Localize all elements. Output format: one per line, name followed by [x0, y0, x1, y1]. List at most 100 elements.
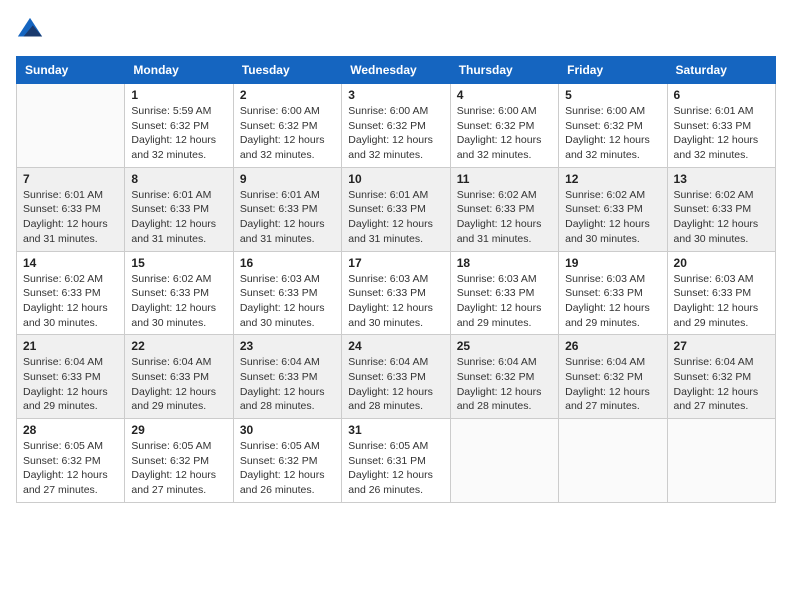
day-header-monday: Monday [125, 57, 233, 84]
day-number: 14 [23, 256, 118, 270]
day-info: Sunrise: 6:01 AMSunset: 6:33 PMDaylight:… [131, 188, 226, 247]
day-number: 1 [131, 88, 226, 102]
day-info: Sunrise: 6:01 AMSunset: 6:33 PMDaylight:… [23, 188, 118, 247]
day-number: 27 [674, 339, 769, 353]
day-info: Sunrise: 6:01 AMSunset: 6:33 PMDaylight:… [348, 188, 443, 247]
day-number: 2 [240, 88, 335, 102]
calendar-week-row: 21 Sunrise: 6:04 AMSunset: 6:33 PMDaylig… [17, 335, 776, 419]
day-info: Sunrise: 6:00 AMSunset: 6:32 PMDaylight:… [457, 104, 552, 163]
calendar-cell [450, 419, 558, 503]
day-info: Sunrise: 6:04 AMSunset: 6:33 PMDaylight:… [23, 355, 118, 414]
day-number: 21 [23, 339, 118, 353]
day-number: 3 [348, 88, 443, 102]
calendar-cell [667, 419, 775, 503]
day-info: Sunrise: 6:02 AMSunset: 6:33 PMDaylight:… [457, 188, 552, 247]
calendar-cell: 19 Sunrise: 6:03 AMSunset: 6:33 PMDaylig… [559, 251, 667, 335]
calendar-cell: 1 Sunrise: 5:59 AMSunset: 6:32 PMDayligh… [125, 84, 233, 168]
day-number: 22 [131, 339, 226, 353]
day-number: 20 [674, 256, 769, 270]
day-number: 24 [348, 339, 443, 353]
calendar-cell: 24 Sunrise: 6:04 AMSunset: 6:33 PMDaylig… [342, 335, 450, 419]
day-number: 4 [457, 88, 552, 102]
calendar-cell: 7 Sunrise: 6:01 AMSunset: 6:33 PMDayligh… [17, 167, 125, 251]
calendar-cell: 23 Sunrise: 6:04 AMSunset: 6:33 PMDaylig… [233, 335, 341, 419]
day-number: 17 [348, 256, 443, 270]
day-info: Sunrise: 6:02 AMSunset: 6:33 PMDaylight:… [674, 188, 769, 247]
day-number: 8 [131, 172, 226, 186]
day-number: 6 [674, 88, 769, 102]
logo-icon [16, 16, 44, 44]
day-info: Sunrise: 6:00 AMSunset: 6:32 PMDaylight:… [565, 104, 660, 163]
calendar-cell: 26 Sunrise: 6:04 AMSunset: 6:32 PMDaylig… [559, 335, 667, 419]
day-number: 5 [565, 88, 660, 102]
calendar-table: SundayMondayTuesdayWednesdayThursdayFrid… [16, 56, 776, 503]
day-info: Sunrise: 6:04 AMSunset: 6:33 PMDaylight:… [240, 355, 335, 414]
calendar-cell [559, 419, 667, 503]
calendar-cell: 2 Sunrise: 6:00 AMSunset: 6:32 PMDayligh… [233, 84, 341, 168]
day-number: 23 [240, 339, 335, 353]
calendar-cell: 5 Sunrise: 6:00 AMSunset: 6:32 PMDayligh… [559, 84, 667, 168]
calendar-week-row: 14 Sunrise: 6:02 AMSunset: 6:33 PMDaylig… [17, 251, 776, 335]
calendar-cell: 16 Sunrise: 6:03 AMSunset: 6:33 PMDaylig… [233, 251, 341, 335]
day-header-friday: Friday [559, 57, 667, 84]
day-info: Sunrise: 6:01 AMSunset: 6:33 PMDaylight:… [674, 104, 769, 163]
day-info: Sunrise: 6:03 AMSunset: 6:33 PMDaylight:… [674, 272, 769, 331]
day-info: Sunrise: 6:05 AMSunset: 6:32 PMDaylight:… [23, 439, 118, 498]
calendar-cell: 10 Sunrise: 6:01 AMSunset: 6:33 PMDaylig… [342, 167, 450, 251]
day-info: Sunrise: 6:01 AMSunset: 6:33 PMDaylight:… [240, 188, 335, 247]
calendar-header-row: SundayMondayTuesdayWednesdayThursdayFrid… [17, 57, 776, 84]
day-number: 30 [240, 423, 335, 437]
calendar-cell: 13 Sunrise: 6:02 AMSunset: 6:33 PMDaylig… [667, 167, 775, 251]
day-info: Sunrise: 6:05 AMSunset: 6:32 PMDaylight:… [131, 439, 226, 498]
calendar-cell: 30 Sunrise: 6:05 AMSunset: 6:32 PMDaylig… [233, 419, 341, 503]
calendar-cell: 11 Sunrise: 6:02 AMSunset: 6:33 PMDaylig… [450, 167, 558, 251]
calendar-cell: 12 Sunrise: 6:02 AMSunset: 6:33 PMDaylig… [559, 167, 667, 251]
day-info: Sunrise: 6:02 AMSunset: 6:33 PMDaylight:… [131, 272, 226, 331]
day-number: 10 [348, 172, 443, 186]
day-number: 25 [457, 339, 552, 353]
calendar-week-row: 28 Sunrise: 6:05 AMSunset: 6:32 PMDaylig… [17, 419, 776, 503]
day-number: 29 [131, 423, 226, 437]
calendar-cell: 8 Sunrise: 6:01 AMSunset: 6:33 PMDayligh… [125, 167, 233, 251]
day-info: Sunrise: 6:04 AMSunset: 6:33 PMDaylight:… [348, 355, 443, 414]
calendar-cell: 21 Sunrise: 6:04 AMSunset: 6:33 PMDaylig… [17, 335, 125, 419]
day-number: 13 [674, 172, 769, 186]
day-info: Sunrise: 6:04 AMSunset: 6:32 PMDaylight:… [674, 355, 769, 414]
logo [16, 16, 48, 44]
day-info: Sunrise: 6:00 AMSunset: 6:32 PMDaylight:… [348, 104, 443, 163]
day-number: 15 [131, 256, 226, 270]
calendar-cell: 15 Sunrise: 6:02 AMSunset: 6:33 PMDaylig… [125, 251, 233, 335]
calendar-cell: 22 Sunrise: 6:04 AMSunset: 6:33 PMDaylig… [125, 335, 233, 419]
day-info: Sunrise: 6:03 AMSunset: 6:33 PMDaylight:… [240, 272, 335, 331]
calendar-cell: 28 Sunrise: 6:05 AMSunset: 6:32 PMDaylig… [17, 419, 125, 503]
calendar-cell: 31 Sunrise: 6:05 AMSunset: 6:31 PMDaylig… [342, 419, 450, 503]
day-number: 12 [565, 172, 660, 186]
day-info: Sunrise: 6:03 AMSunset: 6:33 PMDaylight:… [348, 272, 443, 331]
day-number: 28 [23, 423, 118, 437]
calendar-week-row: 1 Sunrise: 5:59 AMSunset: 6:32 PMDayligh… [17, 84, 776, 168]
day-number: 26 [565, 339, 660, 353]
calendar-cell: 27 Sunrise: 6:04 AMSunset: 6:32 PMDaylig… [667, 335, 775, 419]
day-info: Sunrise: 6:04 AMSunset: 6:33 PMDaylight:… [131, 355, 226, 414]
calendar-cell: 25 Sunrise: 6:04 AMSunset: 6:32 PMDaylig… [450, 335, 558, 419]
calendar-cell: 4 Sunrise: 6:00 AMSunset: 6:32 PMDayligh… [450, 84, 558, 168]
calendar-cell: 14 Sunrise: 6:02 AMSunset: 6:33 PMDaylig… [17, 251, 125, 335]
calendar-cell: 18 Sunrise: 6:03 AMSunset: 6:33 PMDaylig… [450, 251, 558, 335]
calendar-cell: 29 Sunrise: 6:05 AMSunset: 6:32 PMDaylig… [125, 419, 233, 503]
day-header-saturday: Saturday [667, 57, 775, 84]
day-header-tuesday: Tuesday [233, 57, 341, 84]
day-number: 31 [348, 423, 443, 437]
day-info: Sunrise: 6:04 AMSunset: 6:32 PMDaylight:… [457, 355, 552, 414]
day-number: 9 [240, 172, 335, 186]
day-header-thursday: Thursday [450, 57, 558, 84]
day-number: 7 [23, 172, 118, 186]
day-header-wednesday: Wednesday [342, 57, 450, 84]
day-info: Sunrise: 6:02 AMSunset: 6:33 PMDaylight:… [565, 188, 660, 247]
header [16, 16, 776, 44]
day-number: 19 [565, 256, 660, 270]
calendar-cell: 3 Sunrise: 6:00 AMSunset: 6:32 PMDayligh… [342, 84, 450, 168]
calendar-cell [17, 84, 125, 168]
day-info: Sunrise: 6:03 AMSunset: 6:33 PMDaylight:… [565, 272, 660, 331]
calendar-cell: 6 Sunrise: 6:01 AMSunset: 6:33 PMDayligh… [667, 84, 775, 168]
day-number: 11 [457, 172, 552, 186]
